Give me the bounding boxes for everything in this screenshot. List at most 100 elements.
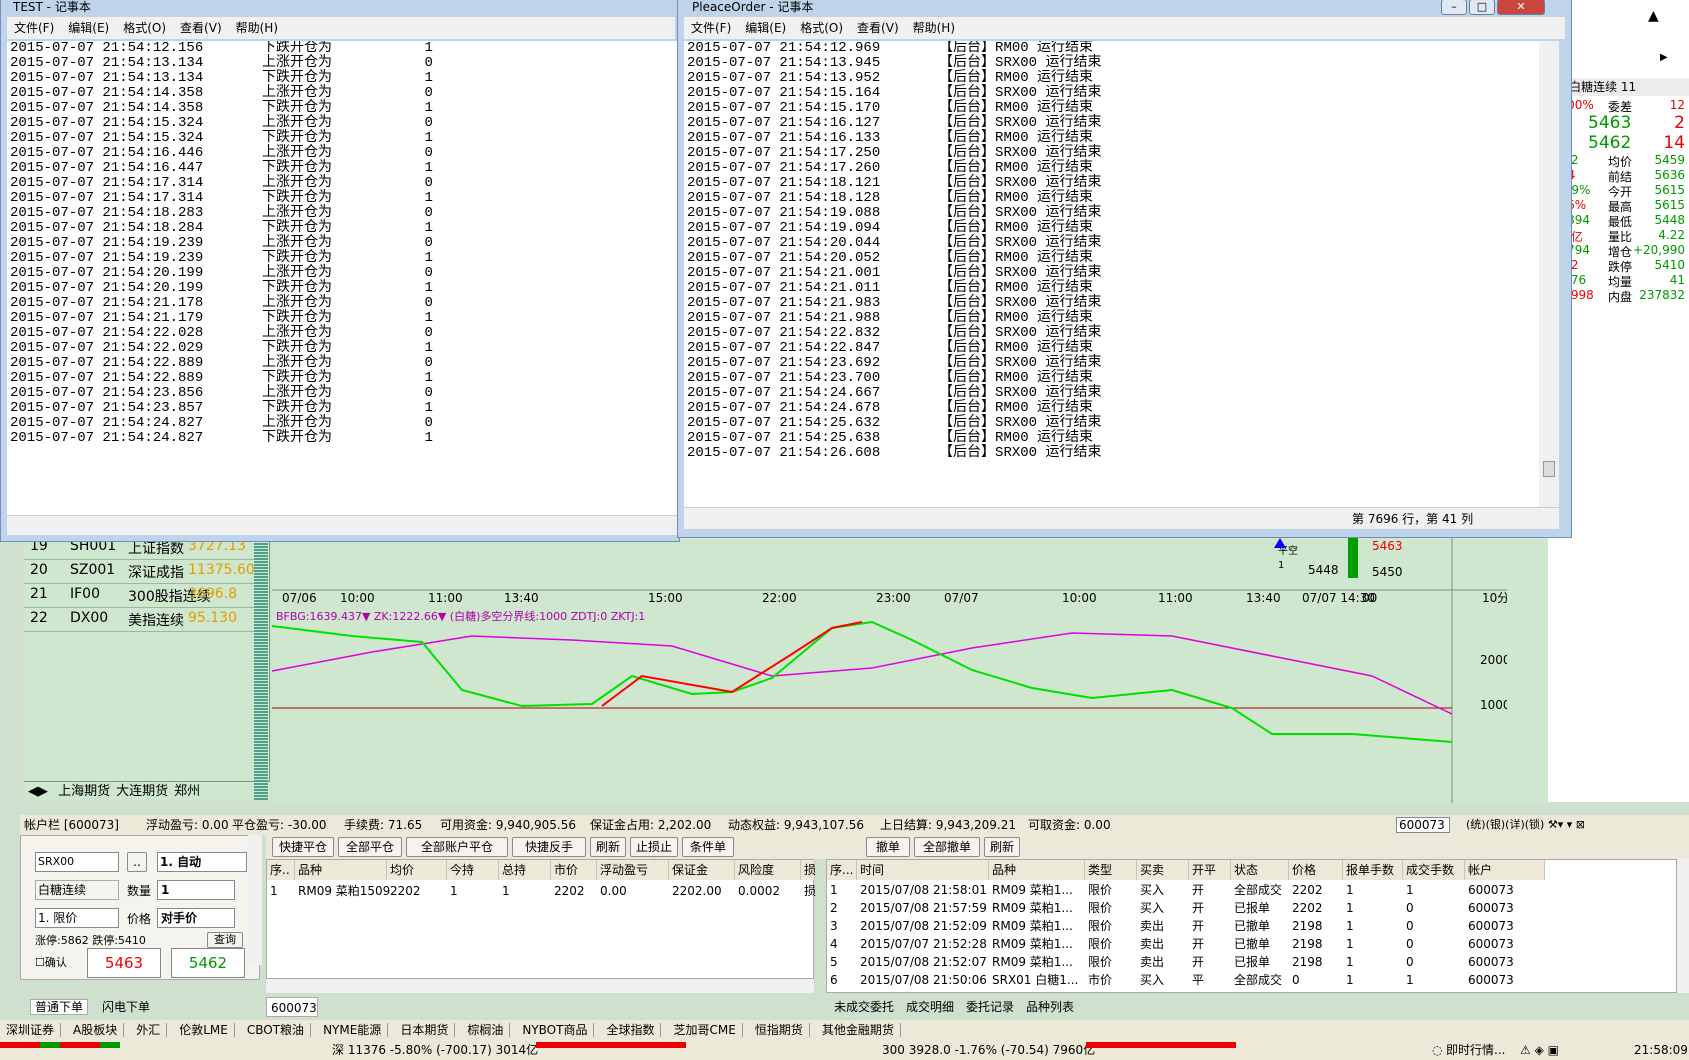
- collapse-icon[interactable]: ▲: [1648, 8, 1659, 24]
- order-cell[interactable]: 2015/07/08 21:57:59: [860, 899, 987, 917]
- quote-row[interactable]: 21 IF00 300股指连续 3696.8: [24, 582, 270, 608]
- order-cell[interactable]: 600073: [1468, 971, 1514, 989]
- order-view-tab[interactable]: 委托记录: [964, 1000, 1016, 1014]
- position-cell[interactable]: 1: [502, 882, 510, 900]
- order-header[interactable]: 买卖: [1137, 860, 1189, 880]
- order-cell[interactable]: 3: [830, 917, 838, 935]
- order-cell[interactable]: 600073: [1468, 953, 1514, 971]
- order-cell[interactable]: 600073: [1468, 935, 1514, 953]
- order-cell[interactable]: 600073: [1468, 899, 1514, 917]
- order-cell[interactable]: 已撤单: [1234, 935, 1270, 953]
- position-cell[interactable]: 2202.00: [672, 882, 722, 900]
- order-header[interactable]: 状态: [1231, 860, 1289, 880]
- query-button[interactable]: 查询: [207, 932, 243, 948]
- qty-input[interactable]: 1: [157, 880, 235, 900]
- order-cell[interactable]: 0: [1406, 899, 1414, 917]
- position-button-3[interactable]: 快捷反手: [512, 837, 586, 857]
- order-cell[interactable]: 4: [830, 935, 838, 953]
- menu-item-3[interactable]: 查看(V): [180, 21, 222, 35]
- order-cell[interactable]: 卖出: [1140, 935, 1164, 953]
- market-tab[interactable]: 深圳证券: [6, 1023, 62, 1037]
- order-cell[interactable]: SRX01 白糖1...: [992, 971, 1078, 989]
- order-cell[interactable]: 2202: [1292, 881, 1323, 899]
- order-cell[interactable]: 0: [1292, 971, 1300, 989]
- position-cell[interactable]: 0.00: [600, 882, 627, 900]
- position-header[interactable]: 序..: [267, 860, 295, 880]
- order-view-tab[interactable]: 未成交委托: [832, 1000, 896, 1014]
- order-header[interactable]: 帐户: [1465, 860, 1545, 880]
- form-scrollbar[interactable]: [248, 835, 262, 965]
- order-cell[interactable]: 2198: [1292, 935, 1323, 953]
- market-tab[interactable]: 日本期货: [400, 1023, 456, 1037]
- order-cell[interactable]: 1: [1346, 935, 1354, 953]
- order-cell[interactable]: 已报单: [1234, 899, 1270, 917]
- order-cell[interactable]: 2015/07/07 21:52:28: [860, 935, 987, 953]
- position-button-0[interactable]: 快捷平仓: [272, 837, 334, 857]
- market-tab[interactable]: A股板块: [73, 1023, 125, 1037]
- order-header[interactable]: 报单手数: [1343, 860, 1403, 880]
- confirm-checkbox[interactable]: ☐确认: [35, 954, 67, 970]
- close-button[interactable]: ✕: [1497, 0, 1545, 15]
- order-cell[interactable]: 买入: [1140, 881, 1164, 899]
- order-cell[interactable]: 0: [1406, 917, 1414, 935]
- quote-row[interactable]: 20 SZ001 深证成指 11375.60: [24, 558, 270, 584]
- order-cell[interactable]: 平: [1192, 971, 1204, 989]
- position-cell[interactable]: 2202: [390, 882, 421, 900]
- order-cell[interactable]: 开: [1192, 881, 1204, 899]
- order-header[interactable]: 时间: [857, 860, 989, 880]
- position-header[interactable]: 保证金: [669, 860, 735, 880]
- market-tab[interactable]: 棕榈油: [467, 1023, 511, 1037]
- order-cell[interactable]: 2198: [1292, 953, 1323, 971]
- mode-select[interactable]: 1. 自动: [157, 852, 247, 872]
- account-select[interactable]: 600073: [1396, 817, 1450, 833]
- menu-item-4[interactable]: 帮助(H): [913, 21, 955, 35]
- menu-item-0[interactable]: 文件(F): [14, 21, 54, 35]
- market-tab[interactable]: 恒指期货: [754, 1023, 810, 1037]
- position-cell[interactable]: 1: [270, 882, 278, 900]
- market-tab[interactable]: NYME能源: [323, 1023, 389, 1037]
- order-cell[interactable]: 1: [1406, 971, 1414, 989]
- order-button-1[interactable]: 全部撤单: [914, 837, 980, 857]
- order-cell[interactable]: 限价: [1088, 881, 1112, 899]
- menu-item-2[interactable]: 格式(O): [123, 21, 166, 35]
- symbol-picker-button[interactable]: ..: [127, 852, 147, 872]
- quote-row[interactable]: 22 DX00 美指连续 95.130: [24, 606, 270, 632]
- order-cell[interactable]: RM09 菜粕1...: [992, 917, 1073, 935]
- order-cell[interactable]: 限价: [1088, 917, 1112, 935]
- order-cell[interactable]: 限价: [1088, 899, 1112, 917]
- order-cell[interactable]: RM09 菜粕1...: [992, 881, 1073, 899]
- order-cell[interactable]: 600073: [1468, 881, 1514, 899]
- order-cell[interactable]: 2015/07/08 21:52:07: [860, 953, 987, 971]
- scroll-left-icon[interactable]: ◀: [28, 784, 38, 799]
- order-header[interactable]: 类型: [1085, 860, 1137, 880]
- market-tab[interactable]: 芝加哥CME: [673, 1023, 743, 1037]
- order-mode-tab[interactable]: 普通下单: [30, 999, 89, 1015]
- order-header[interactable]: 开平: [1189, 860, 1231, 880]
- position-button-6[interactable]: 条件单: [682, 837, 734, 857]
- order-cell[interactable]: 2015/07/08 21:52:09: [860, 917, 987, 935]
- menu-item-1[interactable]: 编辑(E): [745, 21, 786, 35]
- order-cell[interactable]: 5: [830, 953, 838, 971]
- order-cell[interactable]: 1: [1406, 881, 1414, 899]
- order-cell[interactable]: 2: [830, 899, 838, 917]
- market-tab[interactable]: NYBOT商品: [522, 1023, 595, 1037]
- quote-list-scrollbar[interactable]: [254, 510, 268, 800]
- order-cell[interactable]: RM09 菜粕1...: [992, 899, 1073, 917]
- position-cell[interactable]: 2202: [554, 882, 585, 900]
- order-cell[interactable]: 开: [1192, 917, 1204, 935]
- market-tab[interactable]: 伦敦LME: [179, 1023, 235, 1037]
- order-cell[interactable]: 开: [1192, 899, 1204, 917]
- menu-item-2[interactable]: 格式(O): [800, 21, 843, 35]
- exchange-tab[interactable]: 郑州: [174, 784, 200, 799]
- order-cell[interactable]: 限价: [1088, 953, 1112, 971]
- position-header[interactable]: 均价: [387, 860, 447, 880]
- position-cell[interactable]: RM09 菜粕1509: [298, 882, 390, 900]
- exchange-tab[interactable]: 大连期货: [116, 784, 168, 799]
- order-button-2[interactable]: 刷新: [984, 837, 1020, 857]
- order-cell[interactable]: 1: [1346, 917, 1354, 935]
- order-cell[interactable]: 卖出: [1140, 953, 1164, 971]
- account-tab[interactable]: 600073: [266, 997, 318, 1017]
- order-cell[interactable]: 1: [1346, 899, 1354, 917]
- order-cell[interactable]: 买入: [1140, 899, 1164, 917]
- order-view-tab[interactable]: 成交明细: [904, 1000, 956, 1014]
